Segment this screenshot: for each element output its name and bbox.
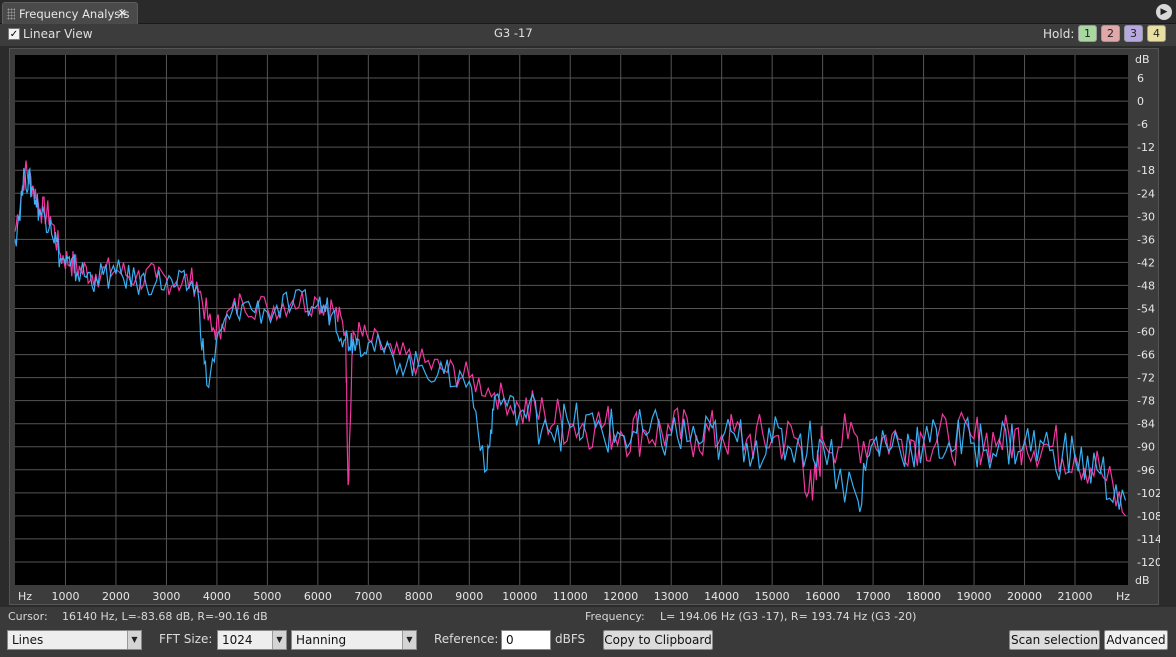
- y-tick-label: -24: [1137, 187, 1155, 200]
- hold-button-4[interactable]: 4: [1147, 25, 1166, 42]
- tab-title: Frequency Analysis: [19, 6, 130, 21]
- y-tick-label: 6: [1137, 72, 1144, 85]
- x-tick-label: 7000: [354, 590, 382, 603]
- y-tick-label: -72: [1137, 372, 1155, 385]
- x-tick-label: 16000: [805, 590, 840, 603]
- window-value: Hanning: [296, 633, 347, 647]
- x-tick-label: 9000: [455, 590, 483, 603]
- x-tick-label: 4000: [203, 590, 231, 603]
- y-tick-label: -12: [1137, 141, 1155, 154]
- y-tick-label: -36: [1137, 233, 1155, 246]
- fft-size-select[interactable]: 1024 ▼: [217, 630, 287, 650]
- y-axis-unit-bottom: dB: [1135, 574, 1150, 587]
- window-select[interactable]: Hanning ▼: [291, 630, 417, 650]
- x-tick-label: 20000: [1007, 590, 1042, 603]
- status-bar: Cursor: 16140 Hz, L=-83.68 dB, R=-90.16 …: [0, 607, 1176, 629]
- y-tick-label: -108: [1137, 510, 1160, 523]
- cursor-value: 16140 Hz, L=-83.68 dB, R=-90.16 dB: [62, 610, 268, 623]
- fft-size-label: FFT Size:: [159, 632, 213, 646]
- x-tick-label: 5000: [253, 590, 281, 603]
- y-tick-label: -42: [1137, 256, 1155, 269]
- x-tick-label: 8000: [405, 590, 433, 603]
- y-tick-label: -114: [1137, 533, 1160, 546]
- frequency-value: L= 194.06 Hz (G3 -17), R= 193.74 Hz (G3 …: [660, 610, 917, 623]
- y-tick-label: -78: [1137, 395, 1155, 408]
- scan-selection-button[interactable]: Scan selection: [1009, 630, 1100, 650]
- pitch-readout: G3 -17: [494, 26, 533, 40]
- cursor-label: Cursor:: [8, 610, 48, 623]
- tab-bar: Frequency Analysis × ▶: [0, 0, 1176, 24]
- chevron-down-icon[interactable]: ▼: [272, 631, 286, 649]
- display-mode-value: Lines: [12, 633, 44, 647]
- frequency-label: Frequency:: [585, 610, 645, 623]
- chevron-down-icon[interactable]: ▼: [402, 631, 416, 649]
- controls-bar: Lines ▼ FFT Size: 1024 ▼ Hanning ▼ Refer…: [0, 629, 1176, 657]
- y-tick-label: -120: [1137, 556, 1160, 569]
- y-tick-label: 0: [1137, 95, 1144, 108]
- panel-menu-icon[interactable]: ▶: [1156, 4, 1172, 20]
- x-tick-label: 2000: [102, 590, 130, 603]
- x-axis-unit-right: Hz: [1116, 590, 1130, 603]
- display-mode-select[interactable]: Lines ▼: [7, 630, 142, 650]
- grip-icon[interactable]: [7, 7, 15, 20]
- y-tick-label: -18: [1137, 164, 1155, 177]
- y-tick-label: -60: [1137, 326, 1155, 339]
- y-tick-label: -102: [1137, 487, 1160, 500]
- y-tick-label: -90: [1137, 441, 1155, 454]
- y-tick-label: -48: [1137, 279, 1155, 292]
- hold-button-3[interactable]: 3: [1124, 25, 1143, 42]
- y-tick-label: -30: [1137, 210, 1155, 223]
- y-tick-label: -96: [1137, 464, 1155, 477]
- y-tick-label: -6: [1137, 118, 1148, 131]
- x-tick-label: 18000: [906, 590, 941, 603]
- copy-to-clipboard-button[interactable]: Copy to Clipboard: [603, 630, 713, 650]
- x-tick-label: 15000: [755, 590, 790, 603]
- x-tick-label: 21000: [1058, 590, 1093, 603]
- y-tick-label: -54: [1137, 302, 1155, 315]
- plot-area: [15, 55, 1128, 585]
- top-bar: ✓ Linear View G3 -17 Hold: 1 2 3 4: [0, 24, 1176, 46]
- linear-view-checkbox[interactable]: ✓: [8, 28, 20, 40]
- fft-size-value: 1024: [222, 633, 253, 647]
- reference-unit: dBFS: [555, 632, 586, 646]
- spectrum-chart[interactable]: 1000 2000 3000 4000 5000 6000 7000 8000 9000 1000…: [10, 49, 1160, 606]
- y-axis-unit-top: dB: [1135, 53, 1150, 66]
- advanced-button[interactable]: Advanced: [1104, 630, 1168, 650]
- x-tick-label: 3000: [152, 590, 180, 603]
- spectrum-graph[interactable]: 1000 2000 3000 4000 5000 6000 7000 8000 9000 1000…: [9, 48, 1160, 606]
- linear-view-label: Linear View: [23, 27, 93, 41]
- x-tick-label: 19000: [957, 590, 992, 603]
- hold-button-2[interactable]: 2: [1101, 25, 1120, 42]
- y-tick-label: -66: [1137, 349, 1155, 362]
- x-tick-label: 10000: [502, 590, 537, 603]
- x-tick-label: 17000: [856, 590, 891, 603]
- reference-input[interactable]: 0: [501, 630, 551, 650]
- x-tick-label: 13000: [654, 590, 689, 603]
- tab-frequency-analysis[interactable]: Frequency Analysis ×: [2, 2, 138, 24]
- hold-button-1[interactable]: 1: [1078, 25, 1097, 42]
- x-tick-label: 14000: [704, 590, 739, 603]
- x-axis-unit-left: Hz: [18, 590, 32, 603]
- chevron-down-icon[interactable]: ▼: [127, 631, 141, 649]
- x-tick-label: 6000: [304, 590, 332, 603]
- x-tick-label: 12000: [603, 590, 638, 603]
- hold-label: Hold:: [1043, 27, 1075, 41]
- x-tick-label: 1000: [51, 590, 79, 603]
- reference-label: Reference:: [434, 632, 499, 646]
- y-tick-label: -84: [1137, 418, 1155, 431]
- close-icon[interactable]: ×: [118, 6, 127, 19]
- x-tick-label: 11000: [553, 590, 588, 603]
